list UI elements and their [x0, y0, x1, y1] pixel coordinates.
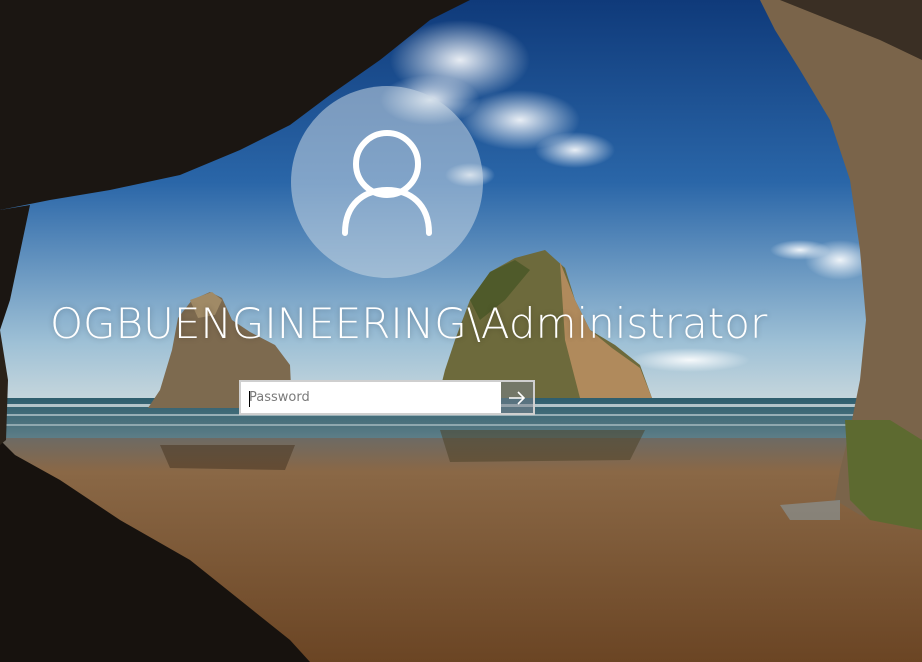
text-caret: [249, 391, 250, 407]
lock-screen: OGBUENGINEERING\Administrator: [0, 0, 922, 662]
password-input[interactable]: [241, 382, 501, 413]
password-field-container: [239, 380, 501, 415]
username-label: OGBUENGINEERING\Administrator: [50, 299, 768, 348]
user-avatar: [291, 86, 483, 278]
submit-button[interactable]: [501, 380, 535, 415]
password-row: [239, 380, 535, 415]
arrow-right-icon: [509, 390, 526, 405]
user-silhouette-icon: [342, 130, 432, 236]
